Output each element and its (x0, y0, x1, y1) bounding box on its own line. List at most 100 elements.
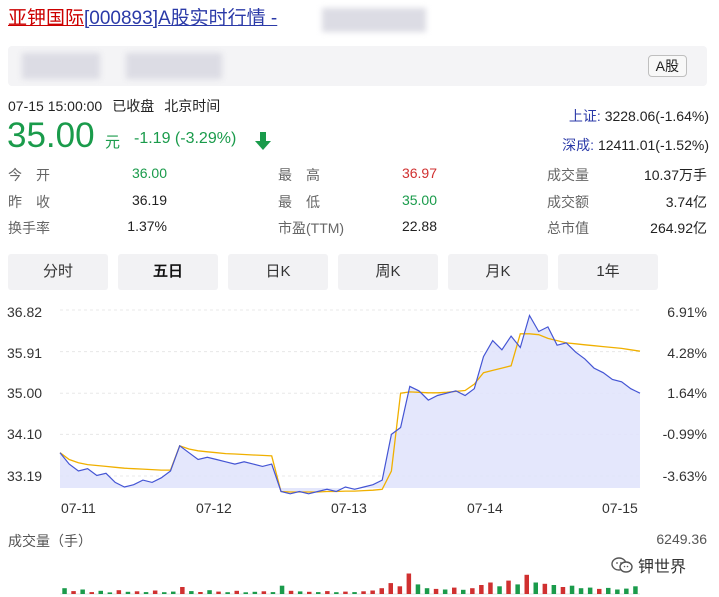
tab-one-year[interactable]: 1年 (558, 254, 658, 290)
x-tick-label: 07-14 (467, 500, 503, 516)
stat-label-prev-close: 昨 收 (8, 194, 50, 210)
blurred-title-tail (322, 8, 426, 32)
volume-bar (452, 587, 457, 594)
volume-bar (334, 592, 339, 594)
volume-bar (361, 591, 366, 594)
market-state: 已收盘 (112, 98, 155, 114)
y-pct-label: -3.63% (662, 468, 707, 484)
sub-info-bar: A股 (8, 46, 707, 86)
tab-intraday[interactable]: 分时 (8, 254, 108, 290)
stock-name[interactable]: 亚钾国际 (8, 8, 84, 29)
volume-bar (225, 592, 230, 594)
price-unit: 元 (105, 134, 121, 151)
volume-bar (71, 591, 76, 594)
tab-daily-k[interactable]: 日K (228, 254, 328, 290)
five-day-chart[interactable]: 36.82 35.91 35.00 34.10 33.19 6.91% 4.28… (0, 296, 719, 520)
chart-tabs: 分时 五日 日K 周K 月K 1年 (8, 254, 708, 290)
volume-bar (343, 591, 348, 594)
volume-bar (560, 587, 566, 594)
stat-value-turnover: 3.74亿 (665, 194, 707, 210)
volume-bar (533, 582, 538, 594)
time-zone: 北京时间 (164, 98, 221, 114)
x-tick-label: 07-13 (331, 500, 367, 516)
volume-bar (587, 587, 593, 594)
volume-bar (551, 585, 557, 594)
tab-monthly-k[interactable]: 月K (448, 254, 548, 290)
volume-bar (569, 585, 575, 594)
volume-bar (397, 586, 403, 594)
down-arrow-icon (255, 132, 271, 150)
volume-bar (143, 592, 149, 594)
volume-bar (116, 590, 122, 594)
volume-bar (433, 588, 439, 594)
x-tick-label: 07-15 (602, 500, 638, 516)
stat-label-high: 最 高 (278, 167, 320, 183)
volume-bar (270, 592, 276, 594)
watermark: 钾世界 (611, 553, 686, 577)
index-value: 3228.06(-1.64%) (604, 108, 709, 124)
index-shanghai[interactable]: 上证: 3228.06(-1.64%) (569, 106, 709, 126)
y-pct-label: -0.99% (662, 426, 707, 442)
volume-bar (198, 592, 203, 594)
volume-bar (470, 588, 475, 594)
volume-bar (597, 588, 602, 594)
volume-bar (297, 591, 303, 594)
price-change: -1.19 (-3.29%) (134, 130, 237, 147)
volume-bar (424, 588, 430, 594)
index-name[interactable]: 深成: (562, 137, 594, 153)
stat-label-turnover: 成交额 (547, 194, 589, 210)
status-line: 07-15 15:00:00 已收盘 北京时间 (8, 96, 230, 116)
stat-label-open: 今 开 (8, 167, 50, 183)
stat-value-volume: 10.37万手 (643, 167, 707, 183)
volume-bar (615, 589, 620, 594)
volume-bar (207, 590, 212, 594)
y-tick-label: 33.19 (7, 468, 43, 484)
volume-bar (461, 589, 466, 594)
volume-bar (497, 586, 502, 594)
volume-bar (89, 592, 94, 594)
stat-label-turnover-rate: 换手率 (8, 220, 50, 236)
volume-bar (388, 583, 393, 594)
volume-bar (578, 588, 584, 594)
price-area (60, 315, 640, 494)
volume-bar (243, 592, 248, 594)
current-price: 35.00 (7, 116, 95, 155)
stat-label-market-cap: 总市值 (547, 220, 589, 236)
page-title[interactable]: 亚钾国际[000893]A股实时行情 - (8, 6, 277, 32)
volume-bar (180, 587, 185, 594)
stat-value-high: 36.97 (401, 165, 437, 181)
stat-label-pe: 市盈(TTM) (278, 220, 345, 236)
volume-bar (415, 584, 421, 594)
stock-code[interactable]: [000893] (84, 8, 158, 29)
y-tick-label: 34.10 (7, 426, 43, 442)
volume-bar (488, 582, 493, 594)
volume-bar (189, 591, 194, 594)
volume-bar (370, 590, 375, 594)
volume-bar (216, 591, 221, 594)
tab-five-day[interactable]: 五日 (118, 254, 218, 290)
x-tick-label: 07-12 (196, 500, 232, 516)
volume-bar (633, 586, 638, 594)
y-pct-label: 1.64% (667, 385, 707, 401)
price-chart-svg (59, 309, 641, 495)
tab-weekly-k[interactable]: 周K (338, 254, 438, 290)
index-name[interactable]: 上证: (569, 108, 601, 124)
y-tick-label: 36.82 (7, 304, 43, 320)
y-pct-label: 6.91% (667, 304, 707, 320)
x-tick-label: 07-11 (61, 500, 96, 516)
volume-bar (134, 591, 140, 594)
volume-bar (261, 591, 267, 594)
quote-datetime: 07-15 15:00:00 (8, 98, 103, 114)
volume-bar (624, 588, 629, 594)
index-shenzhen[interactable]: 深成: 12411.01(-1.52%) (562, 135, 709, 155)
volume-bar (234, 590, 239, 594)
volume-bar (98, 590, 103, 594)
stat-value-turnover-rate: 1.37% (127, 218, 167, 234)
volume-bar (479, 585, 484, 594)
volume-bar (107, 592, 113, 594)
volume-bar (80, 589, 85, 594)
market-tag: A股 (647, 55, 687, 77)
volume-bar (152, 590, 158, 594)
title-suffix[interactable]: A股实时行情 - (158, 8, 277, 29)
wechat-icon (611, 557, 633, 573)
